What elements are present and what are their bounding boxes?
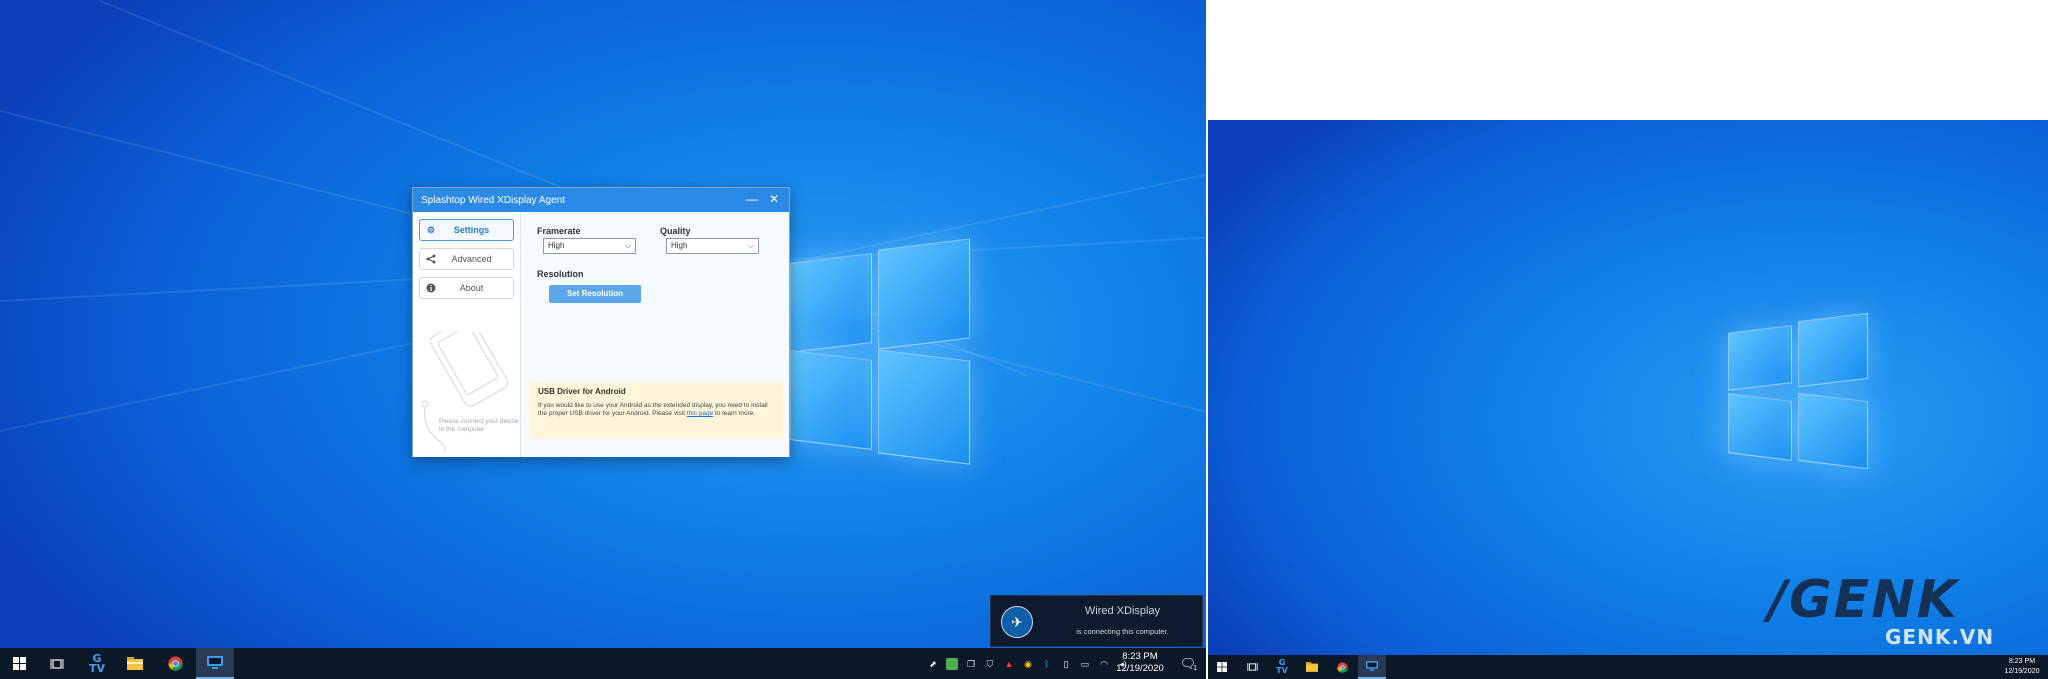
connect-hint: Please connect your device to the comput… (439, 418, 519, 433)
sidebar-item-label: About (459, 283, 484, 293)
sidebar-item-settings[interactable]: ⚙ Settings (419, 219, 514, 241)
folder-icon (1306, 662, 1318, 672)
task-view-button[interactable] (1238, 655, 1266, 679)
second-desktop: /GENK GENK.VN (1208, 120, 2048, 679)
sidebar-item-advanced[interactable]: Advanced (419, 248, 514, 270)
this-page-link[interactable]: this page (687, 410, 713, 417)
shield-icon[interactable]: ⛉ (984, 658, 996, 670)
windows-logo (1728, 312, 1868, 475)
gear-icon: ⚙ (426, 225, 436, 235)
xdisplay-toast[interactable]: ✈ Wired XDisplay is connecting this comp… (990, 595, 1203, 647)
chrome-icon (167, 656, 183, 671)
acrobat-icon[interactable]: ▲ (1003, 658, 1015, 670)
gotv-icon: G TV (1276, 658, 1288, 675)
wifi-icon[interactable]: ◠ (1098, 658, 1110, 670)
framerate-value: High (548, 241, 565, 250)
sidebar-item-label: Advanced (451, 254, 492, 264)
folder-icon (127, 657, 143, 670)
file-explorer-button[interactable] (116, 648, 154, 679)
usb-notice-text: If you would like to use your Android as… (538, 402, 778, 418)
xdisplay-app-icon (1366, 661, 1378, 671)
second-display: /GENK GENK.VN (1208, 0, 2048, 679)
splashtop-icon: ✈ (1001, 606, 1033, 638)
usb-driver-notice: USB Driver for Android If you would like… (529, 382, 783, 438)
sidebar-item-label: Settings (453, 225, 490, 235)
chrome-button[interactable] (1328, 655, 1356, 679)
taskbar-second: G TV 8:23 PM 12/19/2020 (1208, 655, 2048, 679)
settings-panel: Framerate High ⌵ Quality High ⌵ Resoluti… (521, 212, 789, 457)
windows-start-icon (1217, 662, 1227, 672)
resolution-label: Resolution (537, 269, 584, 279)
chevron-down-icon: ⌵ (747, 241, 754, 250)
sidebar: ⚙ Settings Advanced About Please connect… (413, 212, 521, 457)
window-titlebar[interactable]: Splashtop Wired XDisplay Agent — ✕ (413, 188, 789, 212)
clock-date: 12/19/2020 (2004, 668, 2040, 675)
quality-value: High (671, 241, 688, 250)
usb-icon[interactable]: ▯ (1060, 658, 1072, 670)
clock-date: 12/19/2020 (1116, 663, 1164, 674)
toast-message: is connecting this computer. (1076, 627, 1169, 636)
info-icon (426, 283, 436, 293)
task-view-icon (50, 658, 64, 669)
task-view-button[interactable] (38, 648, 76, 679)
set-resolution-button[interactable]: Set Resolution (549, 285, 641, 303)
main-desktop: Splashtop Wired XDisplay Agent — ✕ ⚙ Set… (0, 0, 1206, 679)
quality-label: Quality (660, 226, 691, 236)
clock-time: 8:23 PM (2008, 658, 2036, 665)
share-icon (426, 254, 436, 264)
framerate-select[interactable]: High ⌵ (543, 238, 636, 254)
start-button[interactable] (1208, 655, 1236, 679)
quality-select[interactable]: High ⌵ (666, 238, 759, 254)
usb-notice-text-end: to learn more. (713, 410, 756, 417)
window-title: Splashtop Wired XDisplay Agent (421, 194, 565, 206)
toast-title: Wired XDisplay (1084, 605, 1161, 617)
framerate-label: Framerate (537, 226, 581, 236)
chevron-down-icon: ⌵ (624, 241, 631, 250)
genk-site-label: GENK.VN (1885, 625, 1995, 649)
xdisplay-app-icon (207, 656, 223, 669)
windows-start-icon (12, 657, 26, 670)
usb-notice-title: USB Driver for Android (538, 387, 626, 396)
phone-cable-illustration (421, 332, 509, 452)
minimize-button[interactable]: — (743, 190, 761, 208)
gotv-icon: G TV (88, 651, 106, 675)
gotv-app-button[interactable]: G TV (1268, 655, 1296, 679)
xdisplay-taskbar-button[interactable] (1358, 655, 1386, 679)
gotv-app-button[interactable]: G TV (78, 648, 116, 679)
xdisplay-taskbar-button[interactable] (196, 648, 234, 679)
sidebar-item-about[interactable]: About (419, 277, 514, 299)
xdisplay-agent-window: Splashtop Wired XDisplay Agent — ✕ ⚙ Set… (412, 187, 790, 457)
start-button[interactable] (0, 648, 38, 679)
action-center-button[interactable]: 🗨 1 (1172, 648, 1204, 679)
app-tray-icon[interactable] (946, 658, 958, 670)
windows-logo (770, 238, 970, 465)
file-explorer-button[interactable] (1298, 655, 1326, 679)
genk-watermark: /GENK (1768, 570, 1960, 630)
bluetooth-icon[interactable]: ᛒ (1041, 658, 1053, 670)
chrome-button[interactable] (156, 648, 194, 679)
clock-time: 8:23 PM (1122, 651, 1158, 662)
battery-icon[interactable]: ▭ (1079, 658, 1091, 670)
network-icon[interactable]: ⬈ (927, 658, 939, 670)
taskbar-main: G TV ⬈ ❐ ⛉ ▲ ◉ ᛒ ▯ ▭ ◠ ◂) 8:23 PM 12/19/2… (0, 648, 1206, 679)
chrome-tray-icon[interactable]: ◉ (1022, 658, 1034, 670)
notification-count: 1 (1193, 665, 1197, 672)
chrome-icon (1336, 661, 1348, 673)
task-view-icon (1246, 663, 1258, 671)
close-button[interactable]: ✕ (765, 190, 783, 208)
copy-icon[interactable]: ❐ (965, 658, 977, 670)
system-clock[interactable]: 8:23 PM 12/19/2020 (1112, 651, 1168, 675)
system-clock[interactable]: 8:23 PM 12/19/2020 (1998, 657, 2046, 677)
